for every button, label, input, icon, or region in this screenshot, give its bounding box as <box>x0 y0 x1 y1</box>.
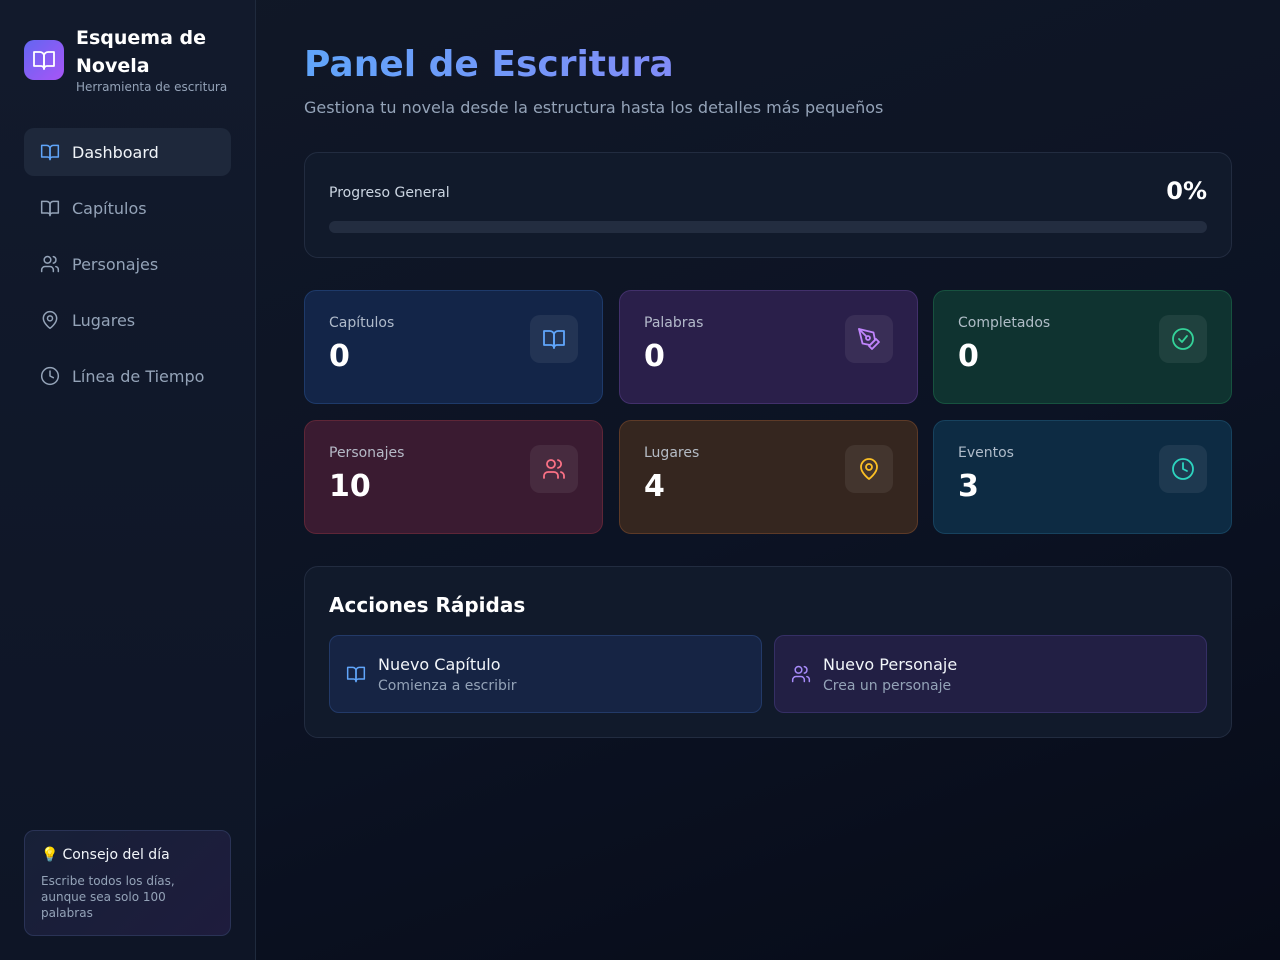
clock-icon <box>1159 445 1207 493</box>
progress-card: Progreso General 0% <box>304 152 1232 258</box>
stat-card-personajes: Personajes 10 <box>304 420 603 534</box>
users-icon <box>530 445 578 493</box>
sidebar-item-label: Personajes <box>72 254 159 274</box>
pen-tool-icon <box>845 315 893 363</box>
stat-card-capitulos: Capítulos 0 <box>304 290 603 404</box>
progress-bar <box>329 221 1207 233</box>
sidebar-item-label: Lugares <box>72 310 136 330</box>
page-title: Panel de Escritura <box>304 44 674 85</box>
sidebar-item-personajes[interactable]: Personajes <box>24 240 231 288</box>
progress-label: Progreso General <box>329 185 450 201</box>
book-open-icon <box>530 315 578 363</box>
page-subtitle: Gestiona tu novela desde la estructura h… <box>304 98 884 117</box>
sidebar-item-label: Capítulos <box>72 198 147 218</box>
sidebar: Esquema de Novela Herramienta de escritu… <box>0 0 256 960</box>
brand: Esquema de Novela Herramienta de escritu… <box>24 24 227 94</box>
quick-actions-title: Acciones Rápidas <box>329 593 526 617</box>
check-circle-icon <box>1159 315 1207 363</box>
new-character-button[interactable]: Nuevo Personaje Crea un personaje <box>774 635 1207 713</box>
sidebar-item-lugares[interactable]: Lugares <box>24 296 231 344</box>
sidebar-item-label: Línea de Tiempo <box>72 366 205 386</box>
users-icon <box>791 664 811 684</box>
sidebar-nav: Dashboard Capítulos Personajes Lugares L… <box>24 128 231 408</box>
tip-title: Consejo del día <box>62 847 170 863</box>
sidebar-item-linea-de-tiempo[interactable]: Línea de Tiempo <box>24 352 231 400</box>
users-icon <box>40 254 60 274</box>
quick-action-title: Nuevo Personaje <box>823 654 958 674</box>
map-pin-icon <box>845 445 893 493</box>
stat-card-lugares: Lugares 4 <box>619 420 918 534</box>
progress-percent: 0% <box>1166 177 1207 205</box>
app-root: Esquema de Novela Herramienta de escritu… <box>0 0 1280 960</box>
tip-card: 💡 Consejo del día Escribe todos los días… <box>24 830 231 936</box>
tip-text: Escribe todos los días, aunque sea solo … <box>41 874 175 920</box>
book-open-icon <box>346 664 366 684</box>
stat-card-palabras: Palabras 0 <box>619 290 918 404</box>
new-chapter-button[interactable]: Nuevo Capítulo Comienza a escribir <box>329 635 762 713</box>
clock-icon <box>40 366 60 386</box>
quick-actions-card: Acciones Rápidas Nuevo Capítulo Comienza… <box>304 566 1232 738</box>
sidebar-item-dashboard[interactable]: Dashboard <box>24 128 231 176</box>
sidebar-item-label: Dashboard <box>72 142 159 162</box>
quick-action-subtitle: Crea un personaje <box>823 677 952 694</box>
sidebar-item-capitulos[interactable]: Capítulos <box>24 184 231 232</box>
book-open-icon <box>40 142 60 162</box>
book-open-icon <box>24 40 64 80</box>
app-title: Esquema de Novela <box>76 27 207 77</box>
stat-card-eventos: Eventos 3 <box>933 420 1232 534</box>
map-pin-icon <box>40 310 60 330</box>
quick-action-title: Nuevo Capítulo <box>378 654 501 674</box>
app-subtitle: Herramienta de escritura <box>76 80 228 94</box>
lightbulb-icon: 💡 <box>41 847 59 863</box>
quick-action-subtitle: Comienza a escribir <box>378 677 517 694</box>
book-open-icon <box>40 198 60 218</box>
stat-card-completados: Completados 0 <box>933 290 1232 404</box>
